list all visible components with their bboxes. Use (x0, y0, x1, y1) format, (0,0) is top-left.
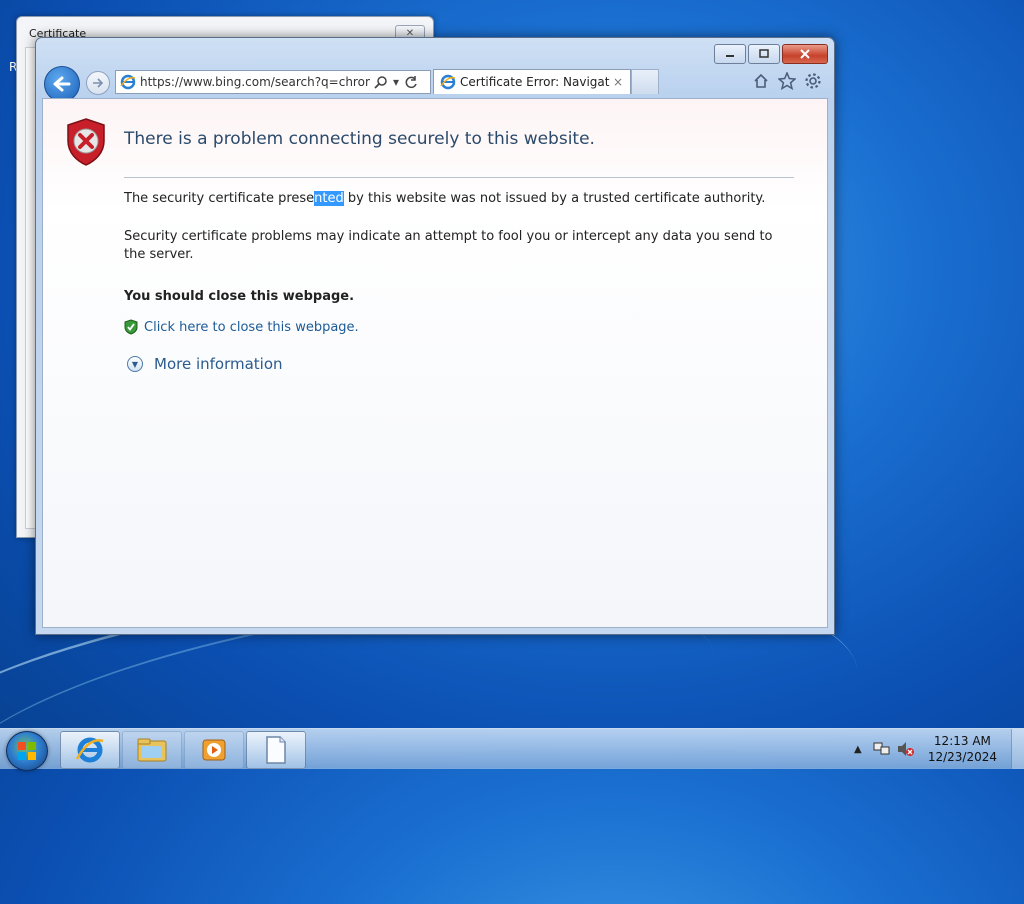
ie-page-icon (120, 74, 136, 90)
tab-certificate-error[interactable]: Certificate Error: Navigatio... × (433, 69, 631, 94)
home-icon[interactable] (752, 72, 770, 90)
network-icon[interactable] (873, 740, 891, 758)
volume-muted-icon[interactable] (897, 740, 915, 758)
minimize-button[interactable] (714, 44, 746, 64)
forward-button[interactable] (86, 71, 110, 95)
back-button[interactable] (44, 66, 80, 102)
internet-explorer-icon (75, 737, 104, 763)
gear-icon[interactable] (804, 72, 822, 90)
close-webpage-link[interactable]: Click here to close this webpage. (124, 319, 359, 335)
command-icons (752, 72, 822, 90)
selected-text: nted (314, 191, 344, 206)
para1-text-start: The security certificate prese (124, 191, 315, 206)
taskbar: ▲ 12:13 AM 12/23/2024 (0, 728, 1024, 771)
more-information-toggle[interactable]: ▼ More information (127, 355, 283, 373)
close-icon (800, 49, 810, 59)
ie-browser-window[interactable]: ▾ Certificate Error: Navigatio... × (35, 37, 835, 635)
windows-logo-icon (18, 742, 36, 760)
url-input[interactable] (140, 75, 370, 89)
para1-text-end: by this website was not issued by a trus… (343, 191, 766, 206)
error-shield-icon (67, 118, 105, 166)
clock-time: 12:13 AM (933, 734, 991, 748)
minimize-icon (726, 55, 734, 57)
navigation-bar: ▾ Certificate Error: Navigatio... × (44, 66, 826, 102)
folder-icon (137, 738, 167, 762)
system-tray: ▲ 12:13 AM 12/23/2024 (846, 729, 1024, 769)
window-controls (714, 44, 828, 64)
green-shield-check-icon (124, 319, 138, 335)
forward-arrow-icon (93, 78, 104, 88)
close-recommendation: You should close this webpage. (124, 289, 355, 304)
address-bar[interactable]: ▾ (115, 70, 431, 94)
title-divider (124, 177, 794, 178)
more-information-label[interactable]: More information (154, 355, 283, 373)
taskbar-notepad[interactable] (246, 731, 306, 769)
tab-close-icon[interactable]: × (610, 75, 626, 89)
tab-label: Certificate Error: Navigatio... (460, 75, 610, 89)
new-tab-button[interactable] (631, 69, 659, 94)
page-content: There is a problem connecting securely t… (42, 98, 828, 628)
restore-icon (759, 49, 769, 58)
search-icon[interactable] (374, 75, 387, 89)
address-dropdown-icon[interactable]: ▾ (393, 75, 399, 89)
expand-chevron-icon: ▼ (127, 356, 143, 372)
favorites-star-icon[interactable] (778, 72, 796, 90)
restore-button[interactable] (748, 44, 780, 64)
taskbar-media-player[interactable] (184, 731, 244, 769)
document-icon (266, 736, 286, 764)
taskbar-file-explorer[interactable] (122, 731, 182, 769)
certificate-issue-paragraph: The security certificate presented by th… (124, 190, 784, 208)
clock[interactable]: 12:13 AM 12/23/2024 (928, 733, 997, 765)
back-arrow-icon (53, 76, 71, 92)
start-button[interactable] (6, 731, 48, 771)
refresh-icon[interactable] (405, 75, 418, 89)
taskbar-internet-explorer[interactable] (60, 731, 120, 769)
show-desktop-button[interactable] (1011, 729, 1024, 769)
clock-date: 12/23/2024 (927, 750, 997, 764)
media-player-icon (202, 739, 226, 761)
ie-tab-icon (440, 74, 456, 90)
page-title: There is a problem connecting securely t… (124, 129, 595, 149)
security-warning-paragraph: Security certificate problems may indica… (124, 229, 773, 262)
show-hidden-icons-icon[interactable]: ▲ (849, 740, 867, 758)
close-window-button[interactable] (782, 44, 828, 64)
close-webpage-link-text[interactable]: Click here to close this webpage. (144, 320, 359, 335)
